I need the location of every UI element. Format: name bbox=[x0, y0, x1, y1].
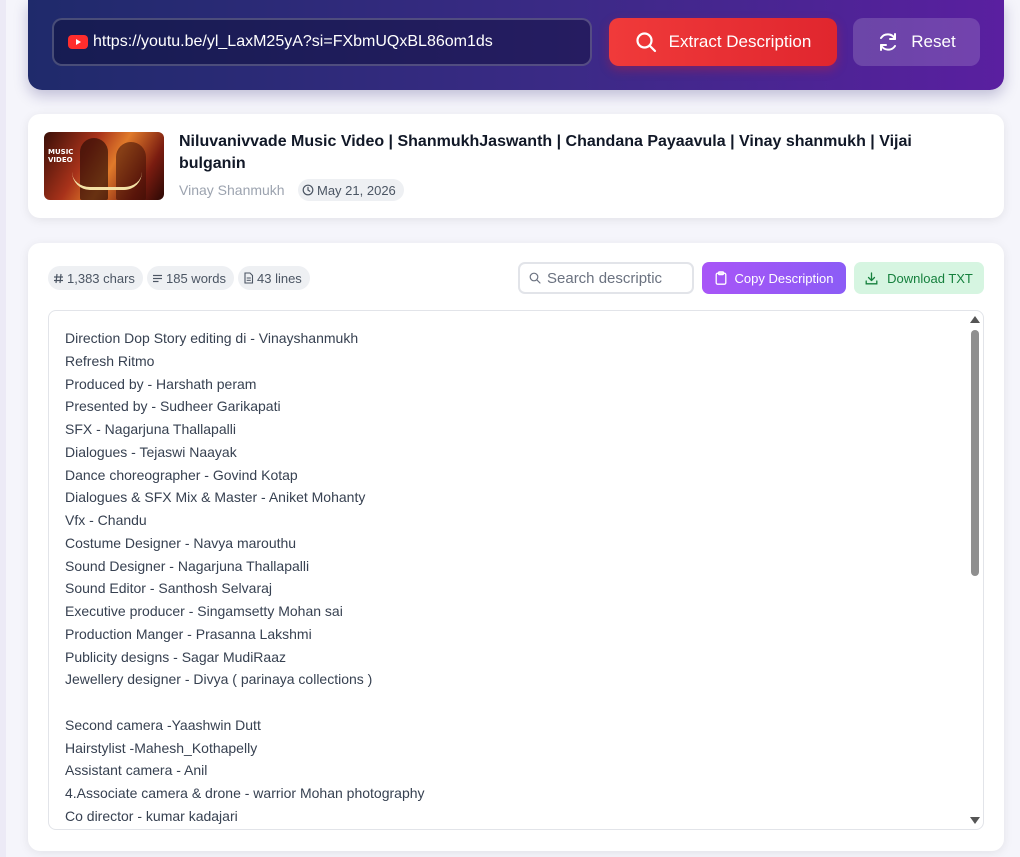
description-scrollbar[interactable] bbox=[967, 311, 983, 829]
publish-date-badge: May 21, 2026 bbox=[298, 179, 404, 201]
document-icon bbox=[244, 272, 254, 284]
search-icon bbox=[529, 272, 541, 284]
clock-icon bbox=[302, 184, 314, 196]
char-count-badge: 1,383 chars bbox=[48, 266, 143, 290]
scrollbar-thumb[interactable] bbox=[971, 330, 979, 576]
download-txt-label: Download TXT bbox=[887, 270, 973, 286]
description-line: Executive producer - Singamsetty Mohan s… bbox=[65, 603, 343, 619]
copy-description-button[interactable]: Copy Description bbox=[702, 262, 846, 294]
description-line: Dance choreographer - Govind Kotap bbox=[65, 466, 298, 483]
word-count-badge: 185 words bbox=[147, 266, 234, 290]
publish-date: May 21, 2026 bbox=[317, 182, 396, 198]
description-line: Sound Editor - Santhosh Selvaraj bbox=[65, 580, 273, 597]
refresh-icon bbox=[880, 33, 897, 51]
search-icon bbox=[636, 32, 656, 53]
text-lines-icon bbox=[153, 274, 162, 282]
reset-label: Reset bbox=[911, 32, 956, 51]
url-input[interactable] bbox=[93, 33, 563, 51]
description-line: Produced by - Harshath peram bbox=[65, 375, 257, 392]
description-line: Dialogues - Tejaswi Naayak bbox=[65, 443, 237, 460]
description-line: Costume Designer - Navya marouthu bbox=[65, 534, 297, 551]
description-line: Jewellery designer - Divya ( parinaya co… bbox=[65, 671, 373, 688]
description-line: Sound Designer - Nagarjuna Thallapalli bbox=[65, 557, 310, 574]
char-count: 1,383 chars bbox=[67, 270, 135, 286]
clipboard-icon bbox=[715, 271, 726, 285]
page-left-edge bbox=[0, 0, 6, 857]
description-line: Production Manger - Prasanna Lakshmi bbox=[65, 625, 312, 642]
thumbnail-tag: MUSIC VIDEO bbox=[48, 148, 74, 164]
description-line: Dialogues & SFX Mix & Master - Aniket Mo… bbox=[65, 489, 366, 506]
download-icon bbox=[865, 271, 878, 284]
thumbnail-figure-right bbox=[116, 142, 146, 200]
thumbnail-title-script bbox=[72, 172, 142, 190]
description-line: Assistant camera - Anil bbox=[65, 762, 208, 779]
description-line: Publicity designs - Sagar MudiRaaz bbox=[65, 648, 286, 665]
youtube-icon bbox=[68, 35, 88, 49]
scroll-up-arrow-icon[interactable] bbox=[970, 316, 980, 323]
video-info-card: MUSIC VIDEO Niluvanivvade Music Video | … bbox=[28, 114, 1004, 218]
reset-button[interactable]: Reset bbox=[853, 18, 980, 66]
description-search-input[interactable] bbox=[547, 269, 687, 287]
description-line: SFX - Nagarjuna Thallapalli bbox=[65, 421, 236, 437]
extract-description-button[interactable]: Extract Description bbox=[609, 18, 837, 66]
description-line: Second camera -Yaashwin Dutt bbox=[65, 716, 261, 733]
hash-icon bbox=[54, 273, 63, 283]
channel-name: Vinay Shanmukh bbox=[179, 182, 285, 198]
description-line: Direction Dop Story editing di - Vinaysh… bbox=[65, 330, 359, 346]
description-line: 4.Associate camera & drone - warrior Moh… bbox=[65, 785, 425, 801]
description-line: Refresh Ritmo bbox=[65, 352, 155, 369]
thumbnail-figure-left bbox=[80, 138, 108, 200]
description-search-wrapper[interactable] bbox=[518, 262, 694, 294]
description-lines: Direction Dop Story editing di - Vinaysh… bbox=[65, 327, 945, 828]
description-line: Vfx - Chandu bbox=[65, 512, 147, 528]
word-count: 185 words bbox=[166, 270, 226, 286]
extract-description-label: Extract Description bbox=[668, 32, 812, 51]
line-count-badge: 43 lines bbox=[238, 266, 310, 290]
download-txt-button[interactable]: Download TXT bbox=[854, 262, 984, 294]
description-line: Presented by - Sudheer Garikapati bbox=[65, 398, 281, 415]
description-line: Hairstylist -Mahesh_Kothapelly bbox=[65, 739, 258, 756]
url-input-wrapper[interactable] bbox=[52, 18, 592, 66]
description-line bbox=[65, 691, 945, 714]
description-line: Co director - kumar kadajari bbox=[65, 807, 238, 824]
copy-description-label: Copy Description bbox=[734, 270, 834, 286]
video-title: Niluvanivvade Music Video | ShanmukhJasw… bbox=[179, 133, 912, 172]
description-panel: 1,383 chars 185 words 43 lines Copy Desc… bbox=[28, 243, 1004, 851]
description-text-area[interactable]: Direction Dop Story editing di - Vinaysh… bbox=[48, 310, 984, 830]
video-thumbnail[interactable]: MUSIC VIDEO bbox=[44, 132, 164, 200]
url-header-bar: Extract Description Reset bbox=[28, 0, 1004, 90]
scroll-down-arrow-icon[interactable] bbox=[970, 817, 980, 824]
line-count: 43 lines bbox=[257, 270, 302, 286]
